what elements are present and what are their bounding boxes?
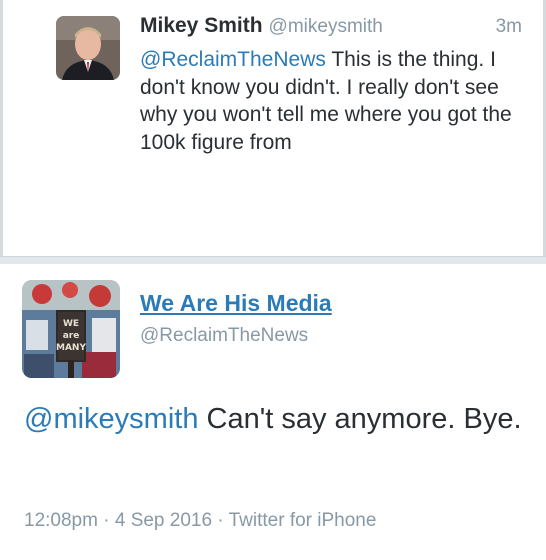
reply-author-handle[interactable]: @mikeysmith <box>269 16 383 37</box>
tweet-thread: Mikey Smith @mikeysmith 3m @ReclaimTheNew… <box>0 0 546 560</box>
main-tweet-text: @mikeysmith Can't say anymore. Bye. <box>24 400 524 439</box>
avatar-photo-icon <box>56 16 120 80</box>
avatar-sign-line-2: are <box>63 331 80 341</box>
reply-author-name[interactable]: Mikey Smith <box>140 14 263 37</box>
reply-author-avatar[interactable] <box>56 16 120 80</box>
reply-tweet-text: @ReclaimTheNews This is the thing. I don… <box>140 46 530 156</box>
main-tweet: WE are MANY We Are His Media @ReclaimThe… <box>0 264 546 560</box>
tweet-metadata: 12:08pm · 4 Sep 2016 · Twitter for iPhon… <box>24 510 376 532</box>
meta-separator: · <box>212 510 229 531</box>
tweet-time[interactable]: 12:08pm <box>24 510 98 531</box>
main-author-name[interactable]: We Are His Media <box>140 290 332 317</box>
reply-tweet[interactable]: Mikey Smith @mikeysmith 3m @ReclaimTheNew… <box>0 0 546 256</box>
meta-separator: · <box>97 510 115 531</box>
tweet-date[interactable]: 4 Sep 2016 <box>115 510 212 531</box>
main-mention-link[interactable]: @mikeysmith <box>24 403 198 435</box>
avatar-sign-line-1: WE <box>63 319 79 329</box>
main-author-handle[interactable]: @ReclaimTheNews <box>140 325 308 347</box>
protest-photo-icon: WE are MANY <box>22 280 120 378</box>
reply-mention-link[interactable]: @ReclaimTheNews <box>140 48 326 71</box>
main-body-text: Can't say anymore. Bye. <box>198 403 522 435</box>
avatar-sign-line-3: MANY <box>56 343 86 353</box>
reply-timestamp[interactable]: 3m <box>496 16 522 38</box>
tweet-source[interactable]: Twitter for iPhone <box>229 510 377 531</box>
reply-header: Mikey Smith @mikeysmith 3m <box>140 14 530 42</box>
tweet-divider <box>0 256 546 264</box>
left-border <box>0 0 3 256</box>
main-author-avatar[interactable]: WE are MANY <box>22 280 120 378</box>
